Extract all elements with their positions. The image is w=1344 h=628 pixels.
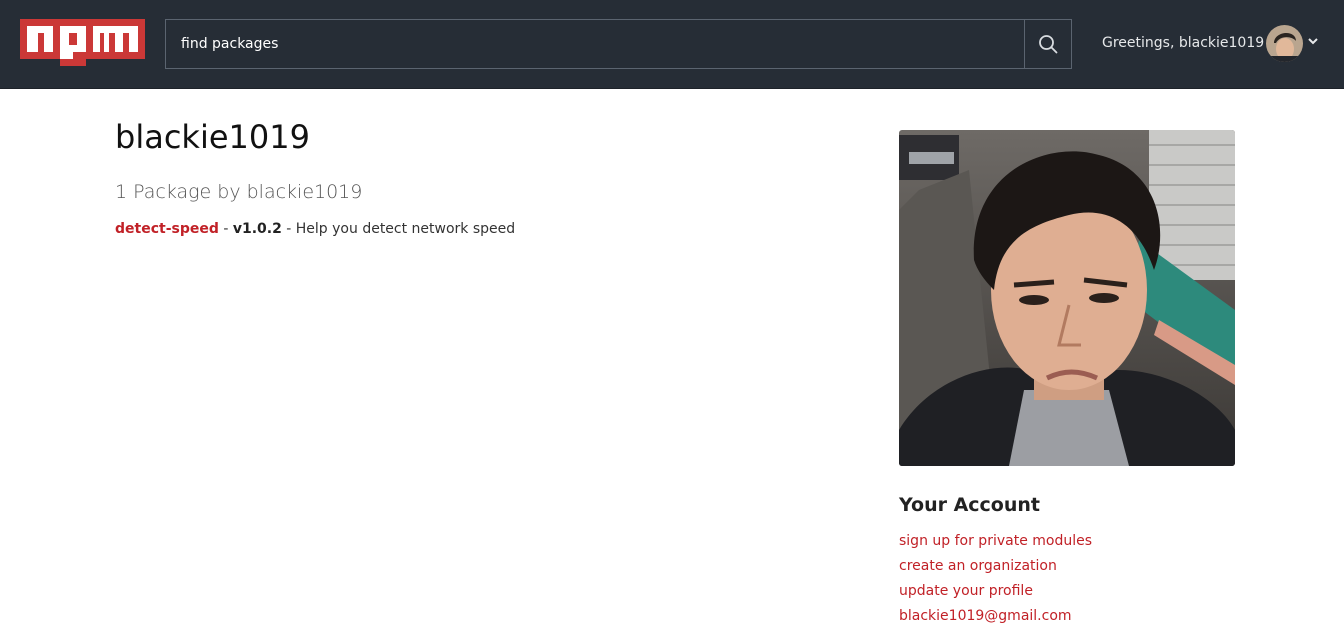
separator: - xyxy=(281,221,296,237)
search-icon xyxy=(1039,35,1058,54)
greeting-text: Greetings, blackie1019 xyxy=(1102,35,1265,51)
create-organization-link[interactable]: create an organization xyxy=(899,558,1057,574)
account-links: sign up for private modules create an or… xyxy=(899,531,1092,628)
package-count: 1 Package by blackie1019 xyxy=(115,181,363,203)
update-profile-link[interactable]: update your profile xyxy=(899,583,1033,599)
search-button[interactable] xyxy=(1024,20,1071,68)
search-box xyxy=(165,19,1072,69)
package-description: Help you detect network speed xyxy=(295,221,516,237)
package-version: v1.0.2 xyxy=(232,221,282,237)
top-navbar: Greetings, blackie1019 xyxy=(0,0,1344,89)
list-item: update your profile xyxy=(899,581,1092,606)
list-item: blackie1019@gmail.com xyxy=(899,606,1092,628)
page-title: blackie1019 xyxy=(115,118,310,156)
package-list-item: detect-speed - v1.0.2 - Help you detect … xyxy=(115,221,515,237)
email-link[interactable]: blackie1019@gmail.com xyxy=(899,608,1072,624)
npm-logo[interactable] xyxy=(20,19,145,66)
separator: - xyxy=(218,221,233,237)
list-item: sign up for private modules xyxy=(899,531,1092,556)
user-avatar[interactable] xyxy=(1266,25,1303,62)
account-title: Your Account xyxy=(899,494,1040,516)
profile-photo xyxy=(899,130,1235,466)
list-item: create an organization xyxy=(899,556,1092,581)
search-input[interactable] xyxy=(166,20,1024,68)
package-link[interactable]: detect-speed xyxy=(115,221,219,237)
private-modules-link[interactable]: sign up for private modules xyxy=(899,533,1092,549)
chevron-down-icon[interactable] xyxy=(1307,36,1319,46)
